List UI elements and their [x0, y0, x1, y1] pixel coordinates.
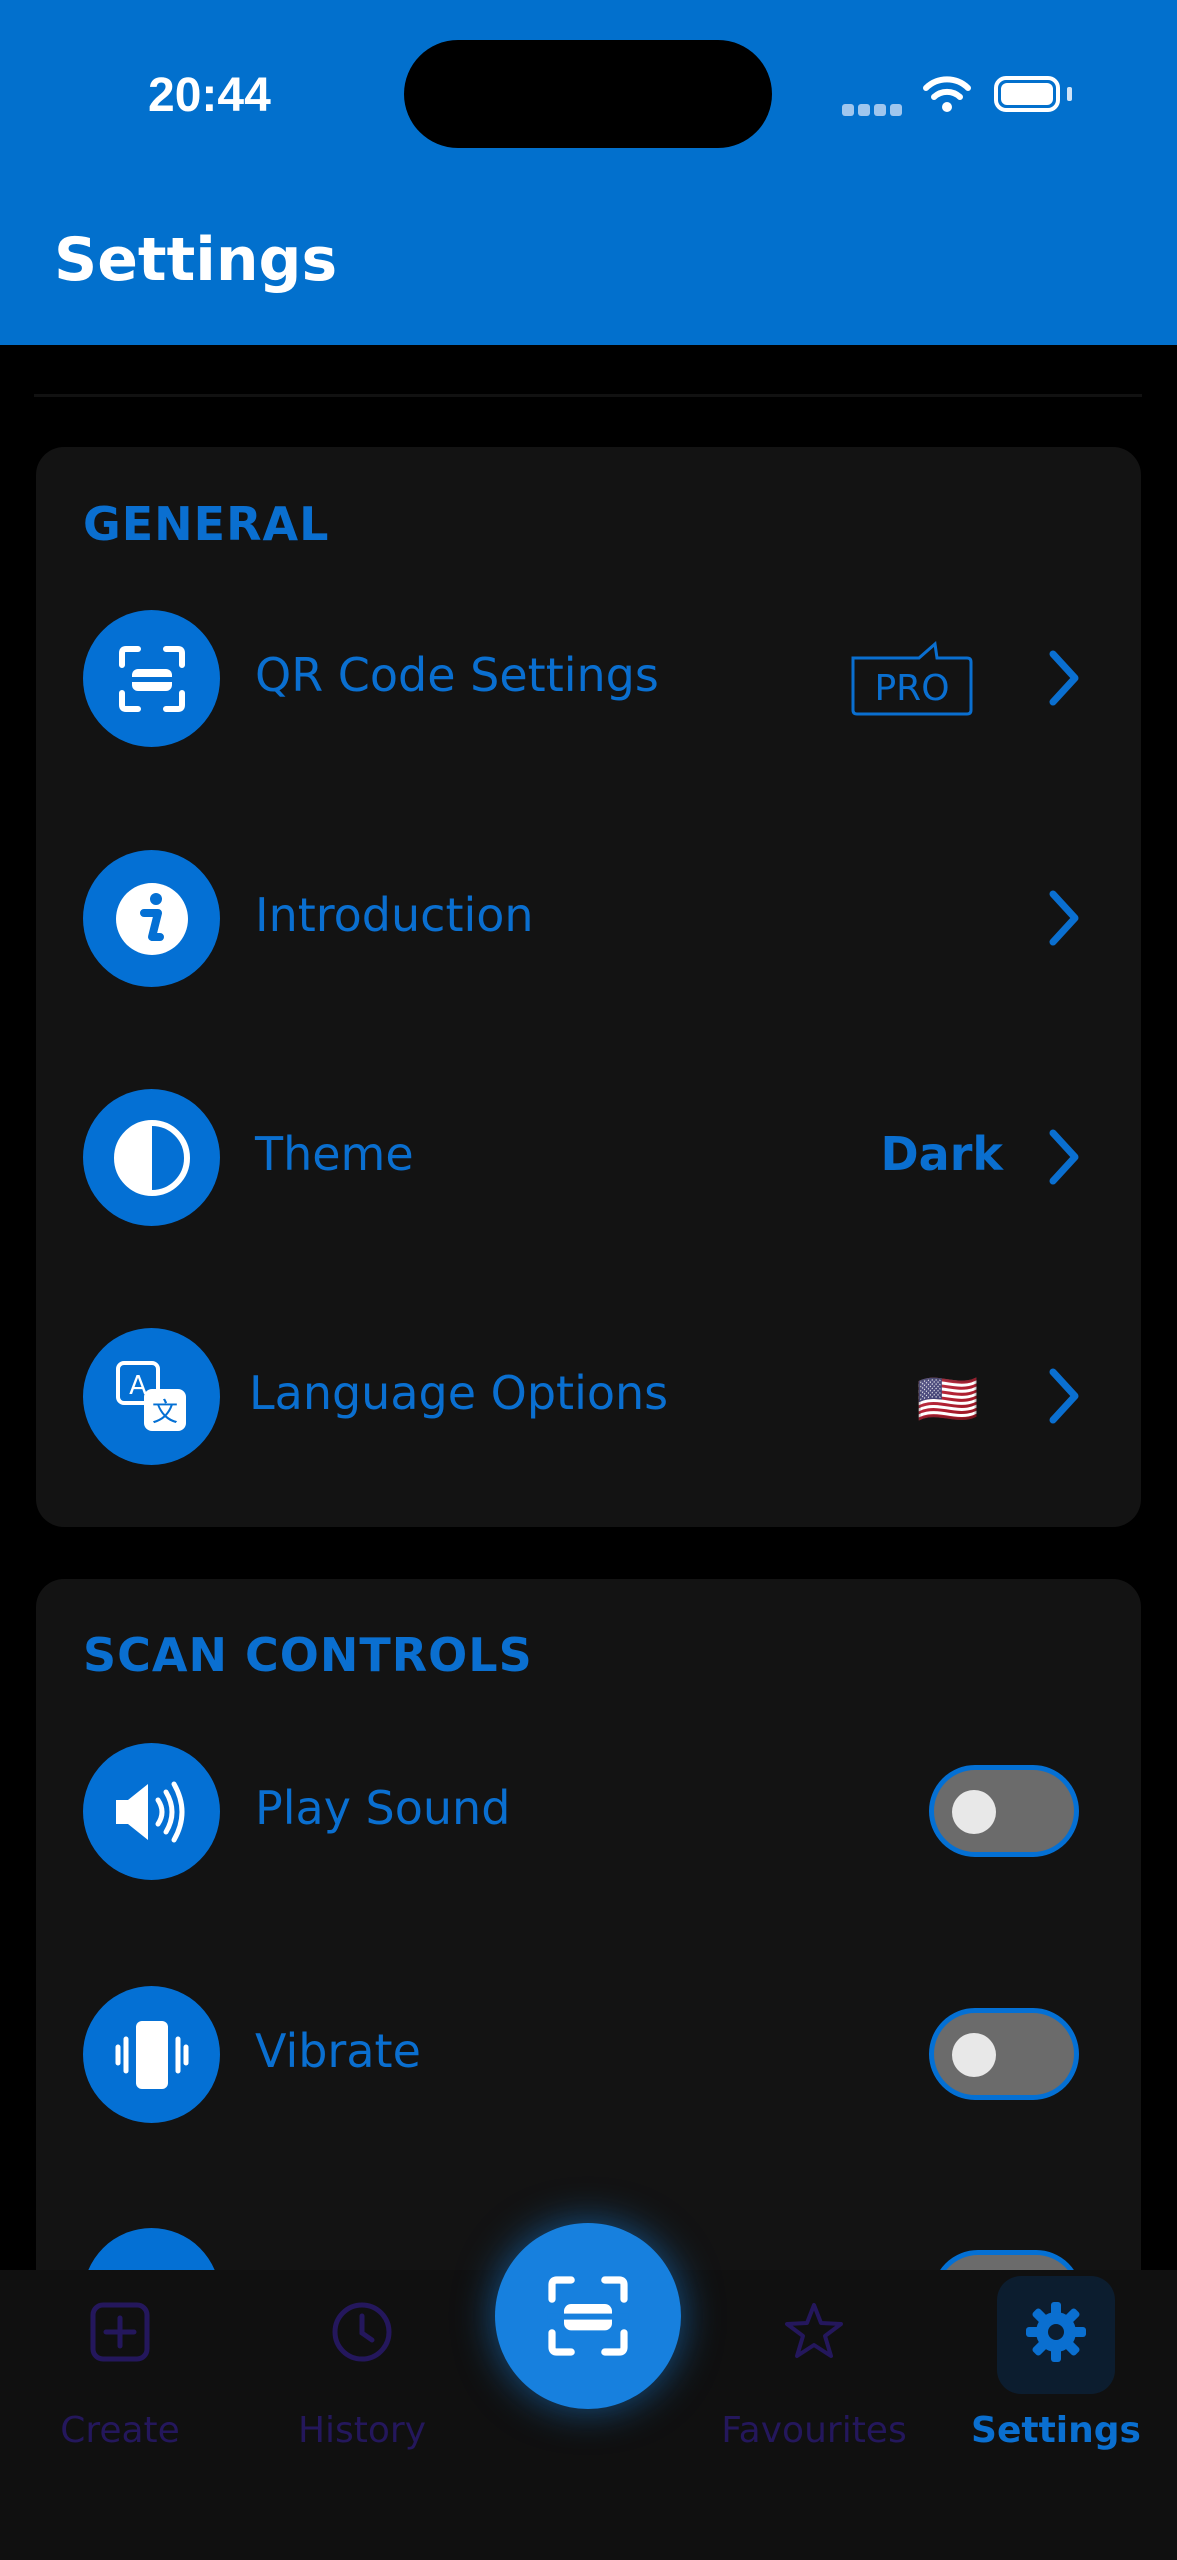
- pro-badge: PRO: [851, 641, 973, 716]
- settings-row-introduction[interactable]: Introduction: [83, 850, 1083, 990]
- vibrate-icon: [83, 1986, 220, 2123]
- page-title: Settings: [54, 225, 338, 295]
- svg-text:文: 文: [151, 1398, 177, 1428]
- row-label: Introduction: [255, 888, 534, 942]
- plus-square-icon: [90, 2302, 150, 2362]
- divider: [34, 394, 1142, 397]
- vibrate-toggle[interactable]: [929, 2008, 1079, 2100]
- row-label: Play Sound: [255, 1781, 511, 1835]
- scan-button[interactable]: [495, 2223, 681, 2409]
- section-title-scan-controls: SCAN CONTROLS: [83, 1628, 533, 1682]
- tab-label: Favourites: [721, 2410, 907, 2451]
- tab-history[interactable]: History: [262, 2270, 462, 2470]
- tab-create[interactable]: Create: [20, 2270, 220, 2470]
- cellular-signal-icon: [842, 101, 906, 120]
- us-flag-icon: 🇺🇸: [916, 1370, 979, 1428]
- tab-favourites[interactable]: Favourites: [714, 2270, 914, 2470]
- app-header: 20:44 Settings: [0, 0, 1177, 345]
- status-time: 20:44: [148, 69, 271, 122]
- settings-row-qr-code[interactable]: QR Code Settings PRO: [83, 610, 1083, 750]
- tab-label: Settings: [971, 2410, 1141, 2451]
- settings-row-language[interactable]: A 文 Language Options 🇺🇸: [83, 1328, 1083, 1468]
- qr-scan-icon: [547, 2276, 629, 2356]
- dynamic-island: [404, 40, 772, 148]
- info-icon: [83, 850, 220, 987]
- row-label: QR Code Settings: [255, 648, 659, 702]
- tab-label: History: [297, 2410, 427, 2451]
- chevron-right-icon: [1049, 890, 1079, 946]
- settings-row-play-sound: Play Sound: [83, 1743, 1083, 1883]
- section-title-general: GENERAL: [83, 497, 330, 551]
- gear-icon: [1026, 2302, 1086, 2362]
- battery-icon: [994, 76, 1060, 112]
- row-label: Language Options: [249, 1366, 669, 1420]
- chevron-right-icon: [1049, 1129, 1079, 1185]
- clock-icon: [332, 2302, 392, 2362]
- settings-row-theme[interactable]: Theme Dark: [83, 1089, 1083, 1229]
- chevron-right-icon: [1049, 650, 1079, 706]
- play-sound-toggle[interactable]: [929, 1765, 1079, 1857]
- chevron-right-icon: [1049, 1368, 1079, 1424]
- translate-icon: A 文: [83, 1328, 220, 1465]
- qr-scan-icon: [83, 610, 220, 747]
- contrast-icon: [83, 1089, 220, 1226]
- theme-value: Dark: [880, 1127, 1003, 1181]
- svg-text:PRO: PRO: [874, 668, 949, 709]
- settings-row-vibrate: Vibrate: [83, 1986, 1083, 2126]
- row-label: Vibrate: [255, 2024, 421, 2078]
- speaker-icon: [83, 1743, 220, 1880]
- star-icon: [785, 2303, 843, 2358]
- row-label: Theme: [255, 1127, 414, 1181]
- wifi-icon: [923, 76, 971, 112]
- tab-settings[interactable]: Settings: [956, 2270, 1156, 2470]
- tab-label: Create: [60, 2410, 180, 2451]
